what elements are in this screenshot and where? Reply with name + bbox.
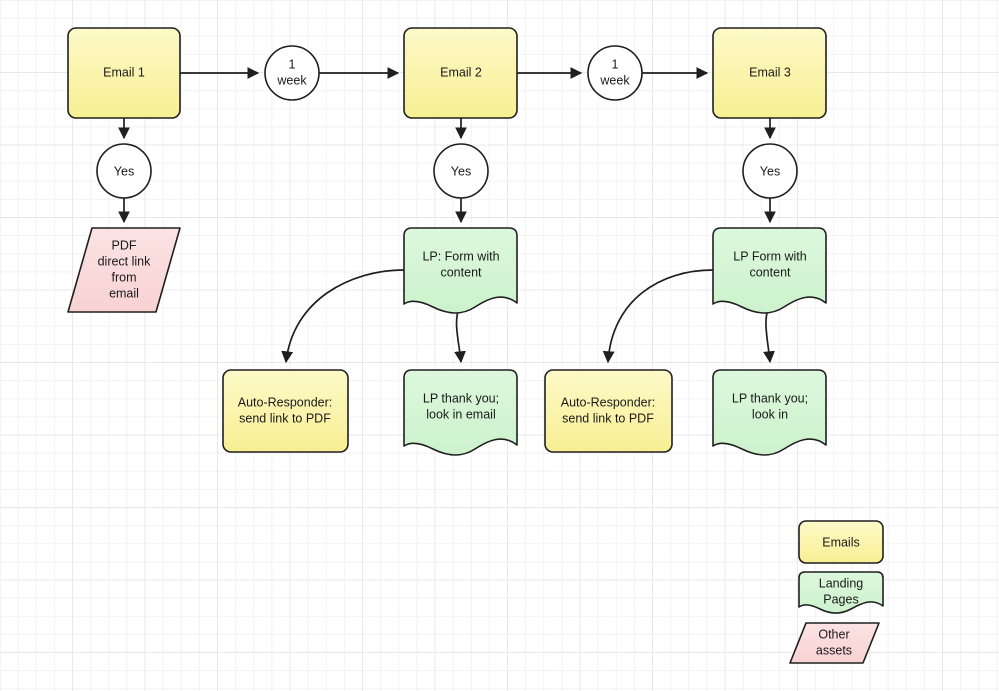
legend-assets-label-line2: assets: [816, 643, 852, 657]
connector-lp2-to-auto1: [281, 269, 405, 364]
wait1-label-line1: 1: [289, 57, 296, 71]
auto2-label-line2: send link to PDF: [562, 411, 654, 425]
legend-item-emails[interactable]: Emails: [798, 520, 884, 564]
pdf-label-line1: PDF: [112, 238, 137, 252]
auto2-label-line1: Auto-Responder:: [561, 395, 656, 409]
email1-label: Email 1: [103, 65, 145, 79]
thank2-label-line2: look in: [752, 407, 788, 421]
node-pdf[interactable]: PDF direct link from email: [67, 227, 181, 313]
pdf-label-line2: direct link: [98, 254, 152, 268]
node-lp2[interactable]: LP: Form with content: [403, 227, 518, 314]
node-lp3[interactable]: LP Form with content: [712, 227, 827, 314]
flowchart-svg: Email 1 1 week Email 2 1 week Email 3 Ye…: [67, 27, 884, 664]
node-wait1[interactable]: 1 week: [264, 45, 320, 101]
lp3-label-line1: LP Form with: [733, 249, 806, 263]
legend-emails-label: Emails: [822, 535, 860, 549]
yes1-label: Yes: [114, 164, 134, 178]
node-auto2[interactable]: Auto-Responder: send link to PDF: [544, 369, 673, 453]
email3-label: Email 3: [749, 65, 791, 79]
thank2-label-line1: LP thank you;: [732, 391, 808, 405]
legend-landing-label-line1: Landing: [819, 576, 864, 590]
node-wait2[interactable]: 1 week: [587, 45, 643, 101]
node-thank2[interactable]: LP thank you; look in: [712, 369, 827, 456]
legend-assets-label-line1: Other: [818, 627, 849, 641]
lp2-label-line1: LP: Form with: [422, 249, 499, 263]
pdf-label-line4: email: [109, 286, 139, 300]
node-auto1[interactable]: Auto-Responder: send link to PDF: [222, 369, 349, 453]
wait2-label-line2: week: [599, 73, 630, 87]
legend: Emails Landing Pages Other assets: [789, 520, 884, 664]
wait1-label-line2: week: [276, 73, 307, 87]
node-yes1[interactable]: Yes: [96, 143, 152, 199]
node-email1[interactable]: Email 1: [67, 27, 181, 119]
wait2-label-line1: 1: [612, 57, 619, 71]
connector-lp3-to-auto2: [602, 269, 714, 364]
node-thank1[interactable]: LP thank you; look in email: [403, 369, 518, 456]
auto1-label-line2: send link to PDF: [239, 411, 331, 425]
node-email2[interactable]: Email 2: [403, 27, 518, 119]
thank1-label-line1: LP thank you;: [423, 391, 499, 405]
email2-label: Email 2: [440, 65, 482, 79]
thank1-label-line2: look in email: [426, 407, 495, 421]
auto1-label-line1: Auto-Responder:: [238, 395, 333, 409]
pdf-label-line3: from: [112, 270, 137, 284]
yes3-label: Yes: [760, 164, 780, 178]
node-email3[interactable]: Email 3: [712, 27, 827, 119]
lp2-label-line2: content: [440, 265, 482, 279]
lp3-label-line2: content: [749, 265, 791, 279]
diagram-canvas: Email 1 1 week Email 2 1 week Email 3 Ye…: [0, 0, 999, 691]
legend-item-landing-pages[interactable]: Landing Pages: [798, 571, 884, 614]
yes2-label: Yes: [451, 164, 471, 178]
legend-landing-label-line2: Pages: [823, 592, 858, 606]
legend-item-other-assets[interactable]: Other assets: [789, 622, 880, 664]
node-yes2[interactable]: Yes: [433, 143, 489, 199]
node-yes3[interactable]: Yes: [742, 143, 798, 199]
